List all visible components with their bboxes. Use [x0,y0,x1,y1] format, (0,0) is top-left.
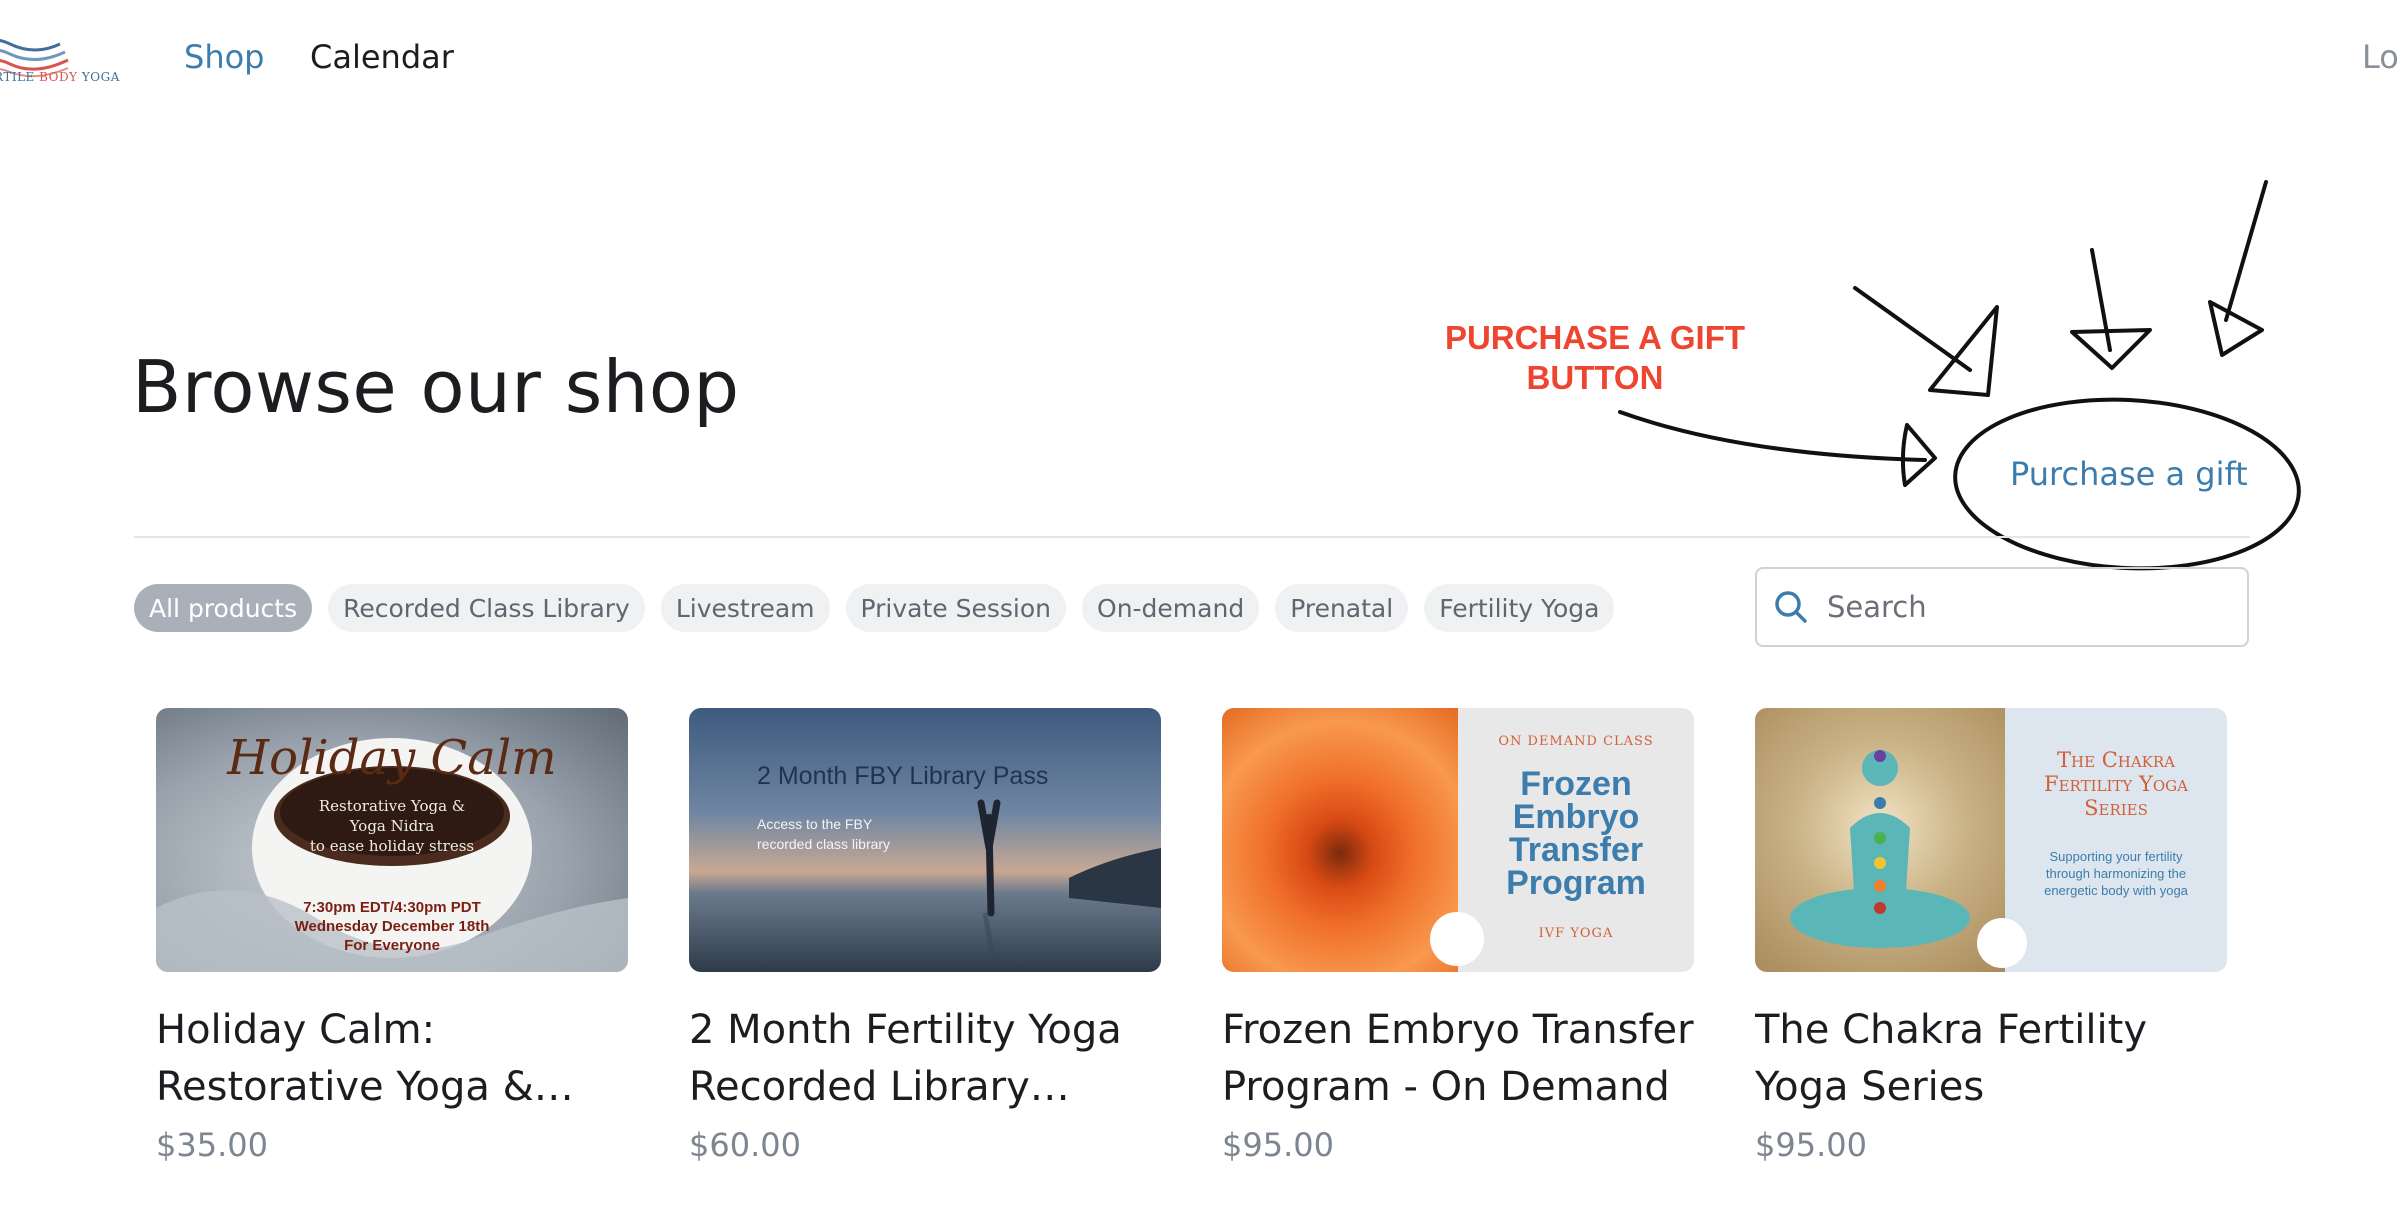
product-image[interactable]: The Chakra Fertility Yoga Series Support… [1755,708,2227,972]
product-title[interactable]: 2 Month Fertility Yoga Recorded Library … [689,1002,1161,1116]
image-heading: Frozen Embryo Transfer Program [1506,765,1646,902]
product-title[interactable]: The Chakra Fertility Yoga Series [1755,1002,2227,1116]
product-card[interactable]: Holiday Calm Restorative Yoga & Yoga Nid… [156,708,628,1164]
product-price: $95.00 [1222,1126,1334,1164]
product-price: $35.00 [156,1126,268,1164]
filter-all-products[interactable]: All products [134,584,313,632]
image-event-details: 7:30pm EDT/4:30pm PDT Wednesday December… [294,899,490,954]
search-input[interactable] [1825,589,2229,625]
image-heading: The Chakra Fertility Yoga Series [2044,748,2188,820]
product-image[interactable]: Holiday Calm Restorative Yoga & Yoga Nid… [156,708,628,972]
search-box[interactable] [1755,567,2249,647]
annotation-line-2: BUTTON [1526,359,1664,396]
image-heading: Holiday Calm [227,730,557,786]
product-card[interactable]: 2 Month FBY Library Pass Access to the F… [689,708,1161,1164]
annotation-arrow-1 [1853,286,1972,372]
product-card[interactable]: The Chakra Fertility Yoga Series Support… [1755,708,2227,1164]
product-image[interactable]: 2 Month FBY Library Pass Access to the F… [689,708,1161,972]
image-subtext: Restorative Yoga & Yoga Nidra to ease ho… [309,797,475,855]
filter-prenatal[interactable]: Prenatal [1275,584,1409,632]
logo-badge [1977,918,2027,968]
login-link[interactable]: Log [2362,38,2400,76]
image-heading: 2 Month FBY Library Pass [757,762,1049,790]
nav-calendar[interactable]: Calendar [310,38,454,76]
search-icon [1775,591,1807,623]
annotation-line-1: PURCHASE A GIFT [1444,319,1746,356]
filter-chips: All products Recorded Class Library Live… [134,584,1615,632]
meditation-figure [1790,750,1970,948]
annotation-arrow-3 [2224,180,2268,322]
image-label: ON DEMAND CLASS [1498,734,1654,749]
product-price: $95.00 [1755,1126,1867,1164]
divider [134,536,2250,538]
image-subtext: Supporting your fertility through harmon… [2044,849,2188,898]
filter-recorded-class-library[interactable]: Recorded Class Library [328,584,645,632]
annotation-arrow-2 [2090,248,2112,352]
product-title[interactable]: Holiday Calm: Restorative Yoga & Yoga Ni… [156,1002,628,1116]
page-title: Browse our shop [132,345,740,429]
purchase-gift-button[interactable]: Purchase a gift [2010,455,2248,493]
product-price: $60.00 [689,1126,801,1164]
image-label: IVF YOGA [1538,926,1614,941]
filter-fertility-yoga[interactable]: Fertility Yoga [1424,584,1615,632]
flower-photo [1222,708,1458,972]
filter-private-session[interactable]: Private Session [845,584,1067,632]
chakra-illustration [1755,708,2005,972]
logo-text: RTILE BODY YOGA [0,70,120,84]
image-subtext: Access to the FBY recorded class library [757,816,891,852]
product-image[interactable]: ON DEMAND CLASS Frozen Embryo Transfer P… [1222,708,1694,972]
filter-livestream[interactable]: Livestream [660,584,830,632]
product-card[interactable]: ON DEMAND CLASS Frozen Embryo Transfer P… [1222,708,1694,1164]
nav-shop[interactable]: Shop [184,38,264,76]
product-title[interactable]: Frozen Embryo Transfer Program - On Dema… [1222,1002,1694,1116]
filter-on-demand[interactable]: On-demand [1082,584,1260,632]
logo-badge [1430,912,1484,966]
annotation-label: PURCHASE A GIFT BUTTON [1420,318,1770,398]
annotation-arrow-curved [1618,410,1927,462]
